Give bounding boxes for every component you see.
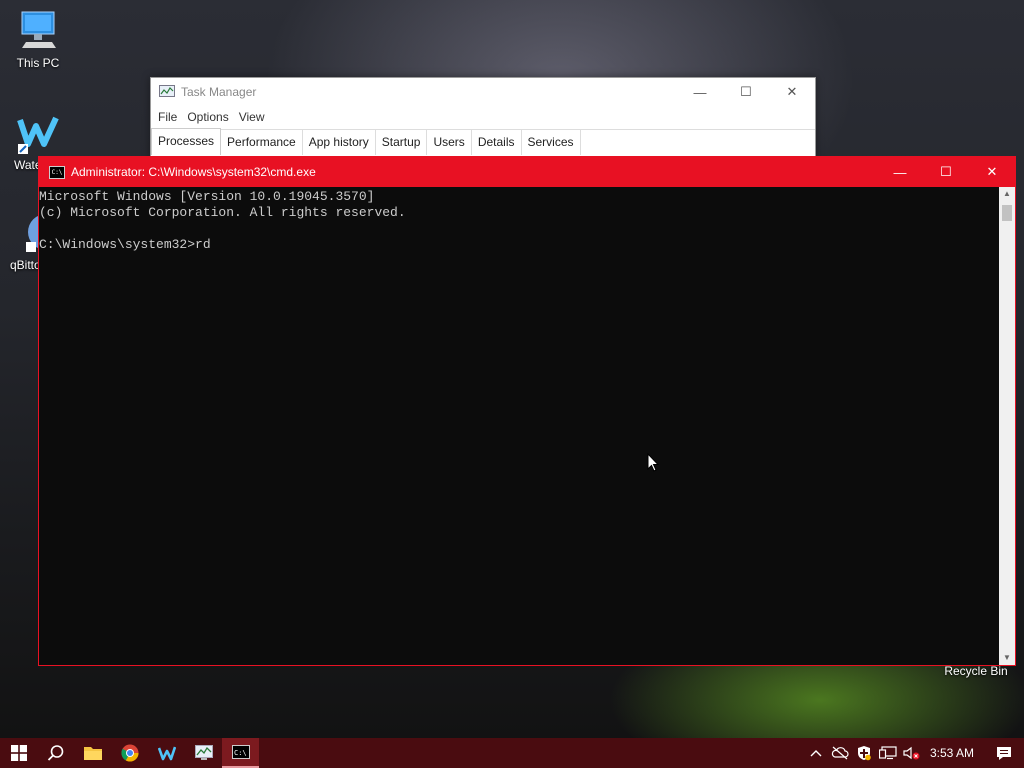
- tab-strip: Processes Performance App history Startu…: [151, 128, 815, 155]
- tab-users[interactable]: Users: [427, 130, 472, 155]
- w-app-icon: [16, 110, 60, 154]
- tab-processes[interactable]: Processes: [151, 128, 222, 155]
- volume-tray-button[interactable]: [900, 738, 924, 768]
- maximize-button[interactable]: ☐: [923, 157, 969, 187]
- console-line: (c) Microsoft Corporation. All rights re…: [39, 205, 406, 220]
- task-manager-titlebar[interactable]: Task Manager — ☐ ✕: [151, 78, 815, 106]
- menu-bar: File Options View: [151, 106, 815, 128]
- file-explorer-icon: [83, 747, 102, 760]
- maximize-button[interactable]: ☐: [723, 78, 769, 106]
- chevron-up-icon: [810, 750, 822, 757]
- taskbar-task-manager[interactable]: [185, 738, 222, 768]
- taskbar-file-explorer[interactable]: [74, 738, 111, 768]
- start-button[interactable]: [0, 738, 37, 768]
- menu-options[interactable]: Options: [182, 110, 233, 124]
- shield-icon: [857, 746, 871, 761]
- console-prompt-line: C:\Windows\system32>rd: [39, 237, 211, 252]
- desktop-icon-label: Recycle Bin: [944, 664, 1008, 678]
- security-tray-button[interactable]: [852, 738, 876, 768]
- console-line: Microsoft Windows [Version 10.0.19045.35…: [39, 189, 375, 204]
- this-pc-icon: [16, 8, 60, 52]
- minimize-button[interactable]: —: [677, 78, 723, 106]
- notification-icon: [997, 746, 1011, 760]
- minimize-button[interactable]: —: [877, 157, 923, 187]
- search-button[interactable]: [37, 738, 74, 768]
- vertical-scrollbar[interactable]: ▲ ▼: [999, 187, 1015, 665]
- network-tray-button[interactable]: [876, 738, 900, 768]
- console-output[interactable]: Microsoft Windows [Version 10.0.19045.35…: [39, 187, 999, 665]
- task-manager-icon: [159, 85, 175, 97]
- chrome-icon: [120, 744, 138, 762]
- tab-services[interactable]: Services: [522, 130, 581, 155]
- action-center-button[interactable]: [984, 738, 1024, 768]
- search-icon: [47, 745, 63, 761]
- system-tray: 3:53 AM: [804, 738, 1024, 768]
- menu-view[interactable]: View: [234, 110, 270, 124]
- close-button[interactable]: ✕: [969, 157, 1015, 187]
- taskbar-cmd[interactable]: C:\: [222, 738, 259, 768]
- tab-details[interactable]: Details: [472, 130, 522, 155]
- desktop-icon-label: This PC: [16, 56, 60, 70]
- close-button[interactable]: ✕: [769, 78, 815, 106]
- scrollbar-thumb[interactable]: [1002, 205, 1012, 221]
- desktop-icon-recycle-bin[interactable]: Recycle Bin: [936, 664, 1016, 678]
- taskbar: C:\ 3:53 AM: [0, 738, 1024, 768]
- cmd-titlebar[interactable]: C:\ Administrator: C:\Windows\system32\c…: [39, 157, 1015, 187]
- tab-app-history[interactable]: App history: [303, 130, 376, 155]
- task-manager-icon: [194, 745, 213, 760]
- tab-startup[interactable]: Startup: [376, 130, 428, 155]
- desktop-icon-this-pc[interactable]: This PC: [0, 8, 76, 70]
- tab-performance[interactable]: Performance: [221, 130, 303, 155]
- scroll-down-icon[interactable]: ▼: [999, 651, 1015, 665]
- menu-file[interactable]: File: [153, 110, 182, 124]
- onedrive-tray-button[interactable]: [828, 738, 852, 768]
- cmd-icon: C:\: [49, 165, 65, 179]
- mouse-pointer-icon: [647, 453, 659, 472]
- clock[interactable]: 3:53 AM: [924, 746, 984, 760]
- cloud-off-icon: [831, 746, 849, 760]
- show-hidden-icons-button[interactable]: [804, 738, 828, 768]
- windows-start-icon: [10, 745, 27, 761]
- svg-text:C:\: C:\: [234, 749, 247, 757]
- taskbar-chrome[interactable]: [111, 738, 148, 768]
- task-manager-window: Task Manager — ☐ ✕ File Options View Pro…: [150, 77, 816, 159]
- app-icon: [157, 746, 176, 761]
- taskbar-w-app[interactable]: [148, 738, 185, 768]
- cmd-icon: C:\: [231, 745, 250, 759]
- volume-muted-icon: [903, 746, 920, 760]
- network-icon: [878, 746, 897, 760]
- window-title: Administrator: C:\Windows\system32\cmd.e…: [71, 165, 316, 179]
- window-title: Task Manager: [181, 85, 257, 99]
- scroll-up-icon[interactable]: ▲: [999, 187, 1015, 201]
- cmd-window: C:\ Administrator: C:\Windows\system32\c…: [38, 156, 1016, 666]
